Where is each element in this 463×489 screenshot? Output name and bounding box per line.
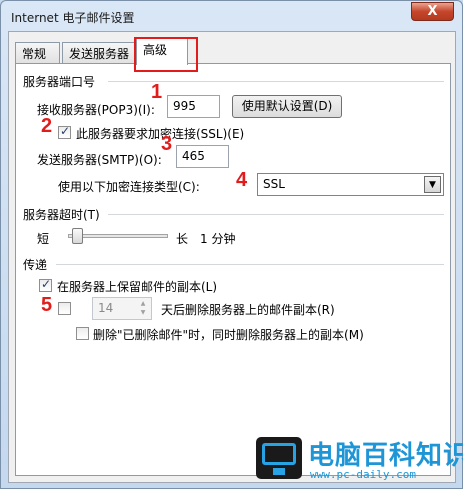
remove-after-days-value: 14: [98, 301, 114, 315]
tab-advanced[interactable]: 高级: [136, 38, 188, 65]
remove-when-deleted-label: 删除"已删除邮件"时，同时删除服务器上的副本(M): [93, 328, 364, 342]
remove-when-deleted-checkbox[interactable]: [76, 327, 89, 340]
leave-copy-label: 在服务器上保留邮件的副本(L): [57, 280, 218, 294]
close-button[interactable]: X: [411, 2, 454, 21]
incoming-server-label: 接收服务器(POP3)(I):: [37, 103, 155, 117]
encryption-type-value: SSL: [263, 177, 285, 191]
annotation-5: 5: [41, 294, 53, 316]
annotation-4: 4: [236, 169, 248, 191]
incoming-port-input[interactable]: 995: [167, 95, 220, 118]
timeout-long-label: 长: [176, 232, 189, 246]
outgoing-server-label: 发送服务器(SMTP)(O):: [37, 153, 162, 167]
divider: [56, 264, 444, 265]
watermark-text: 电脑百科知识: [308, 441, 463, 471]
tab-general[interactable]: 常规: [15, 42, 60, 63]
window-title: Internet 电子邮件设置: [11, 11, 135, 25]
timeout-short-label: 短: [37, 232, 50, 246]
server-ports-title: 服务器端口号: [23, 75, 96, 89]
title-bar: Internet 电子邮件设置 X: [1, 1, 462, 33]
chevron-down-icon[interactable]: ▼: [424, 176, 441, 193]
remove-after-label: 天后删除服务器上的邮件副本(R): [161, 303, 335, 317]
advanced-panel: 服务器端口号 接收服务器(POP3)(I): 995 使用默认设置(D) 此服务…: [15, 63, 451, 476]
monitor-icon: [256, 437, 302, 479]
annotation-2: 2: [41, 115, 53, 137]
remove-after-checkbox[interactable]: [58, 302, 71, 315]
watermark-logo: 电脑百科知识 www.pc-daily.com: [256, 435, 463, 485]
divider: [108, 214, 444, 215]
watermark-url: www.pc-daily.com: [310, 468, 416, 481]
use-defaults-button[interactable]: 使用默认设置(D): [232, 95, 342, 118]
leave-copy-checkbox[interactable]: [39, 277, 52, 292]
encryption-type-select[interactable]: SSL ▼: [257, 173, 444, 196]
ssl-checkbox[interactable]: [58, 124, 71, 139]
annotation-1: 1: [151, 81, 163, 103]
encryption-type-label: 使用以下加密连接类型(C):: [58, 180, 200, 194]
remove-after-days-spinner[interactable]: 14 ▲ ▼: [92, 297, 152, 320]
server-timeout-title: 服务器超时(T): [23, 208, 100, 222]
spinner-arrows-icon[interactable]: ▲ ▼: [136, 299, 150, 318]
dialog-client: 常规 发送服务器 高级 服务器端口号 接收服务器(POP3)(I): 995 使…: [8, 31, 456, 483]
annotation-3: 3: [161, 133, 173, 155]
tab-outgoing-server[interactable]: 发送服务器: [62, 42, 138, 63]
outgoing-port-input[interactable]: 465: [176, 145, 229, 168]
timeout-slider-thumb[interactable]: [72, 228, 84, 244]
timeout-value-label: 1 分钟: [200, 232, 236, 246]
settings-window: Internet 电子邮件设置 X 常规 发送服务器 高级 服务器端口号 接收服…: [0, 0, 463, 489]
delivery-title: 传递: [23, 258, 48, 272]
